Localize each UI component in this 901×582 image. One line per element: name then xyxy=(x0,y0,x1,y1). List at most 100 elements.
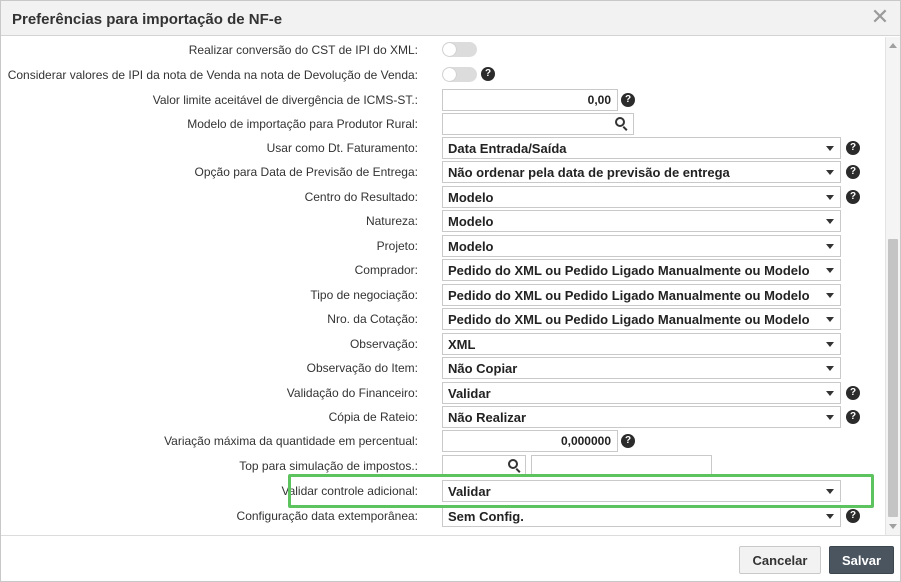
variacao-quantidade-input[interactable]: 0,000000 xyxy=(442,430,618,452)
field-label: Configuração data extemporânea: xyxy=(236,509,418,523)
select-value: Não Copiar xyxy=(448,361,518,376)
scrollbar-thumb[interactable] xyxy=(888,239,898,517)
chevron-down-icon xyxy=(826,293,834,298)
toggle-knob xyxy=(443,68,456,81)
field-label: Cópia de Rateio: xyxy=(328,410,418,424)
ipi-devolucao-toggle[interactable] xyxy=(442,67,477,82)
observacao-select[interactable]: XML xyxy=(442,333,841,355)
row-icms-st: Valor limite aceitável de divergência de… xyxy=(1,88,881,112)
projeto-select[interactable]: Modelo xyxy=(442,235,841,257)
field-label: Valor limite aceitável de divergência de… xyxy=(152,93,418,107)
row-validacao-financeiro: Validação do Financeiro: Validar ? xyxy=(1,381,881,405)
select-value: Sem Config. xyxy=(448,509,524,524)
icms-st-input[interactable]: 0,00 xyxy=(442,89,618,111)
help-icon[interactable]: ? xyxy=(846,141,860,155)
field-label: Realizar conversão do CST de IPI do XML: xyxy=(188,43,418,57)
select-value: Pedido do XML ou Pedido Ligado Manualmen… xyxy=(448,263,810,278)
select-value: Modelo xyxy=(448,214,494,229)
row-dt-faturamento: Usar como Dt. Faturamento: Data Entrada/… xyxy=(1,136,881,160)
centro-resultado-select[interactable]: Modelo xyxy=(442,186,841,208)
help-icon[interactable]: ? xyxy=(846,165,860,179)
select-value: Pedido do XML ou Pedido Ligado Manualmen… xyxy=(448,312,810,327)
copia-rateio-select[interactable]: Não Realizar xyxy=(442,406,841,428)
field-label: Comprador: xyxy=(354,263,418,277)
produtor-rural-input[interactable] xyxy=(442,113,634,135)
vertical-scrollbar[interactable] xyxy=(885,37,900,535)
help-icon[interactable]: ? xyxy=(621,93,635,107)
help-icon[interactable]: ? xyxy=(481,67,495,81)
field-label: Top para simulação de impostos.: xyxy=(239,459,418,473)
select-value: Não ordenar pela data de previsão de ent… xyxy=(448,165,730,180)
select-value: Modelo xyxy=(448,239,494,254)
row-observacao-item: Observação do Item: Não Copiar xyxy=(1,356,881,380)
row-cst-ipi: Realizar conversão do CST de IPI do XML: xyxy=(1,38,881,62)
chevron-down-icon xyxy=(826,415,834,420)
chevron-down-icon xyxy=(826,219,834,224)
chevron-down-icon xyxy=(826,170,834,175)
row-observacao: Observação: XML xyxy=(1,332,881,356)
field-label: Opção para Data de Previsão de Entrega: xyxy=(194,165,418,179)
row-copia-rateio: Cópia de Rateio: Não Realizar ? xyxy=(1,405,881,429)
cst-ipi-toggle[interactable] xyxy=(442,42,477,57)
chevron-down-icon xyxy=(826,268,834,273)
field-label: Validação do Financeiro: xyxy=(286,386,418,400)
dialog-title: Preferências para importação de NF-e xyxy=(12,11,283,28)
cancel-button[interactable]: Cancelar xyxy=(739,546,821,574)
field-label: Natureza: xyxy=(365,214,418,228)
field-label: Considerar valores de IPI da nota de Ven… xyxy=(7,68,418,82)
nro-cotacao-select[interactable]: Pedido do XML ou Pedido Ligado Manualmen… xyxy=(442,308,841,330)
field-label: Modelo de importação para Produtor Rural… xyxy=(187,117,418,131)
row-centro-resultado: Centro do Resultado: Modelo ? xyxy=(1,185,881,209)
select-value: Não Realizar xyxy=(448,410,527,425)
scroll-up-icon[interactable] xyxy=(889,43,897,48)
field-label: Projeto: xyxy=(376,239,418,253)
help-icon[interactable]: ? xyxy=(846,509,860,523)
dialog-footer: Cancelar Salvar xyxy=(1,535,900,581)
select-value: Pedido do XML ou Pedido Ligado Manualmen… xyxy=(448,288,810,303)
save-button[interactable]: Salvar xyxy=(829,546,894,574)
select-value: Validar xyxy=(448,386,491,401)
scroll-down-icon[interactable] xyxy=(889,524,897,529)
select-value: Modelo xyxy=(448,190,494,205)
field-label: Variação máxima da quantidade em percent… xyxy=(164,434,418,448)
close-icon[interactable]: ✕ xyxy=(870,6,890,29)
help-icon[interactable]: ? xyxy=(846,190,860,204)
row-nro-cotacao: Nro. da Cotação: Pedido do XML ou Pedido… xyxy=(1,307,881,331)
toggle-knob xyxy=(443,43,456,56)
field-label: Centro do Resultado: xyxy=(304,190,418,204)
row-previsao-entrega: Opção para Data de Previsão de Entrega: … xyxy=(1,160,881,184)
row-comprador: Comprador: Pedido do XML ou Pedido Ligad… xyxy=(1,258,881,282)
chevron-down-icon xyxy=(826,366,834,371)
tipo-negociacao-select[interactable]: Pedido do XML ou Pedido Ligado Manualmen… xyxy=(442,284,841,306)
dialog-titlebar: Preferências para importação de NF-e ✕ xyxy=(1,1,900,36)
search-icon[interactable] xyxy=(508,459,522,473)
validacao-financeiro-select[interactable]: Validar xyxy=(442,382,841,404)
chevron-down-icon xyxy=(826,342,834,347)
natureza-select[interactable]: Modelo xyxy=(442,210,841,232)
chevron-down-icon xyxy=(826,391,834,396)
field-label: Tipo de negociação: xyxy=(310,288,418,302)
previsao-entrega-select[interactable]: Não ordenar pela data de previsão de ent… xyxy=(442,161,841,183)
field-label: Nro. da Cotação: xyxy=(327,312,418,326)
comprador-select[interactable]: Pedido do XML ou Pedido Ligado Manualmen… xyxy=(442,259,841,281)
row-tipo-negociacao: Tipo de negociação: Pedido do XML ou Ped… xyxy=(1,283,881,307)
row-variacao-quantidade: Variação máxima da quantidade em percent… xyxy=(1,429,881,453)
help-icon[interactable]: ? xyxy=(846,386,860,400)
select-value: Data Entrada/Saída xyxy=(448,141,567,156)
row-ipi-devolucao: Considerar valores de IPI da nota de Ven… xyxy=(1,63,881,87)
select-value: XML xyxy=(448,337,476,352)
observacao-item-select[interactable]: Não Copiar xyxy=(442,357,841,379)
form-content: Realizar conversão do CST de IPI do XML:… xyxy=(1,37,900,535)
field-label: Observação do Item: xyxy=(306,361,418,375)
help-icon[interactable]: ? xyxy=(621,434,635,448)
data-extemporanea-select[interactable]: Sem Config. xyxy=(442,505,841,527)
chevron-down-icon xyxy=(826,514,834,519)
import-preferences-dialog: Preferências para importação de NF-e ✕ R… xyxy=(0,0,901,582)
row-projeto: Projeto: Modelo xyxy=(1,234,881,258)
search-icon[interactable] xyxy=(615,117,629,131)
help-icon[interactable]: ? xyxy=(846,410,860,424)
dt-faturamento-select[interactable]: Data Entrada/Saída xyxy=(442,137,841,159)
chevron-down-icon xyxy=(826,317,834,322)
row-natureza: Natureza: Modelo xyxy=(1,209,881,233)
chevron-down-icon xyxy=(826,244,834,249)
